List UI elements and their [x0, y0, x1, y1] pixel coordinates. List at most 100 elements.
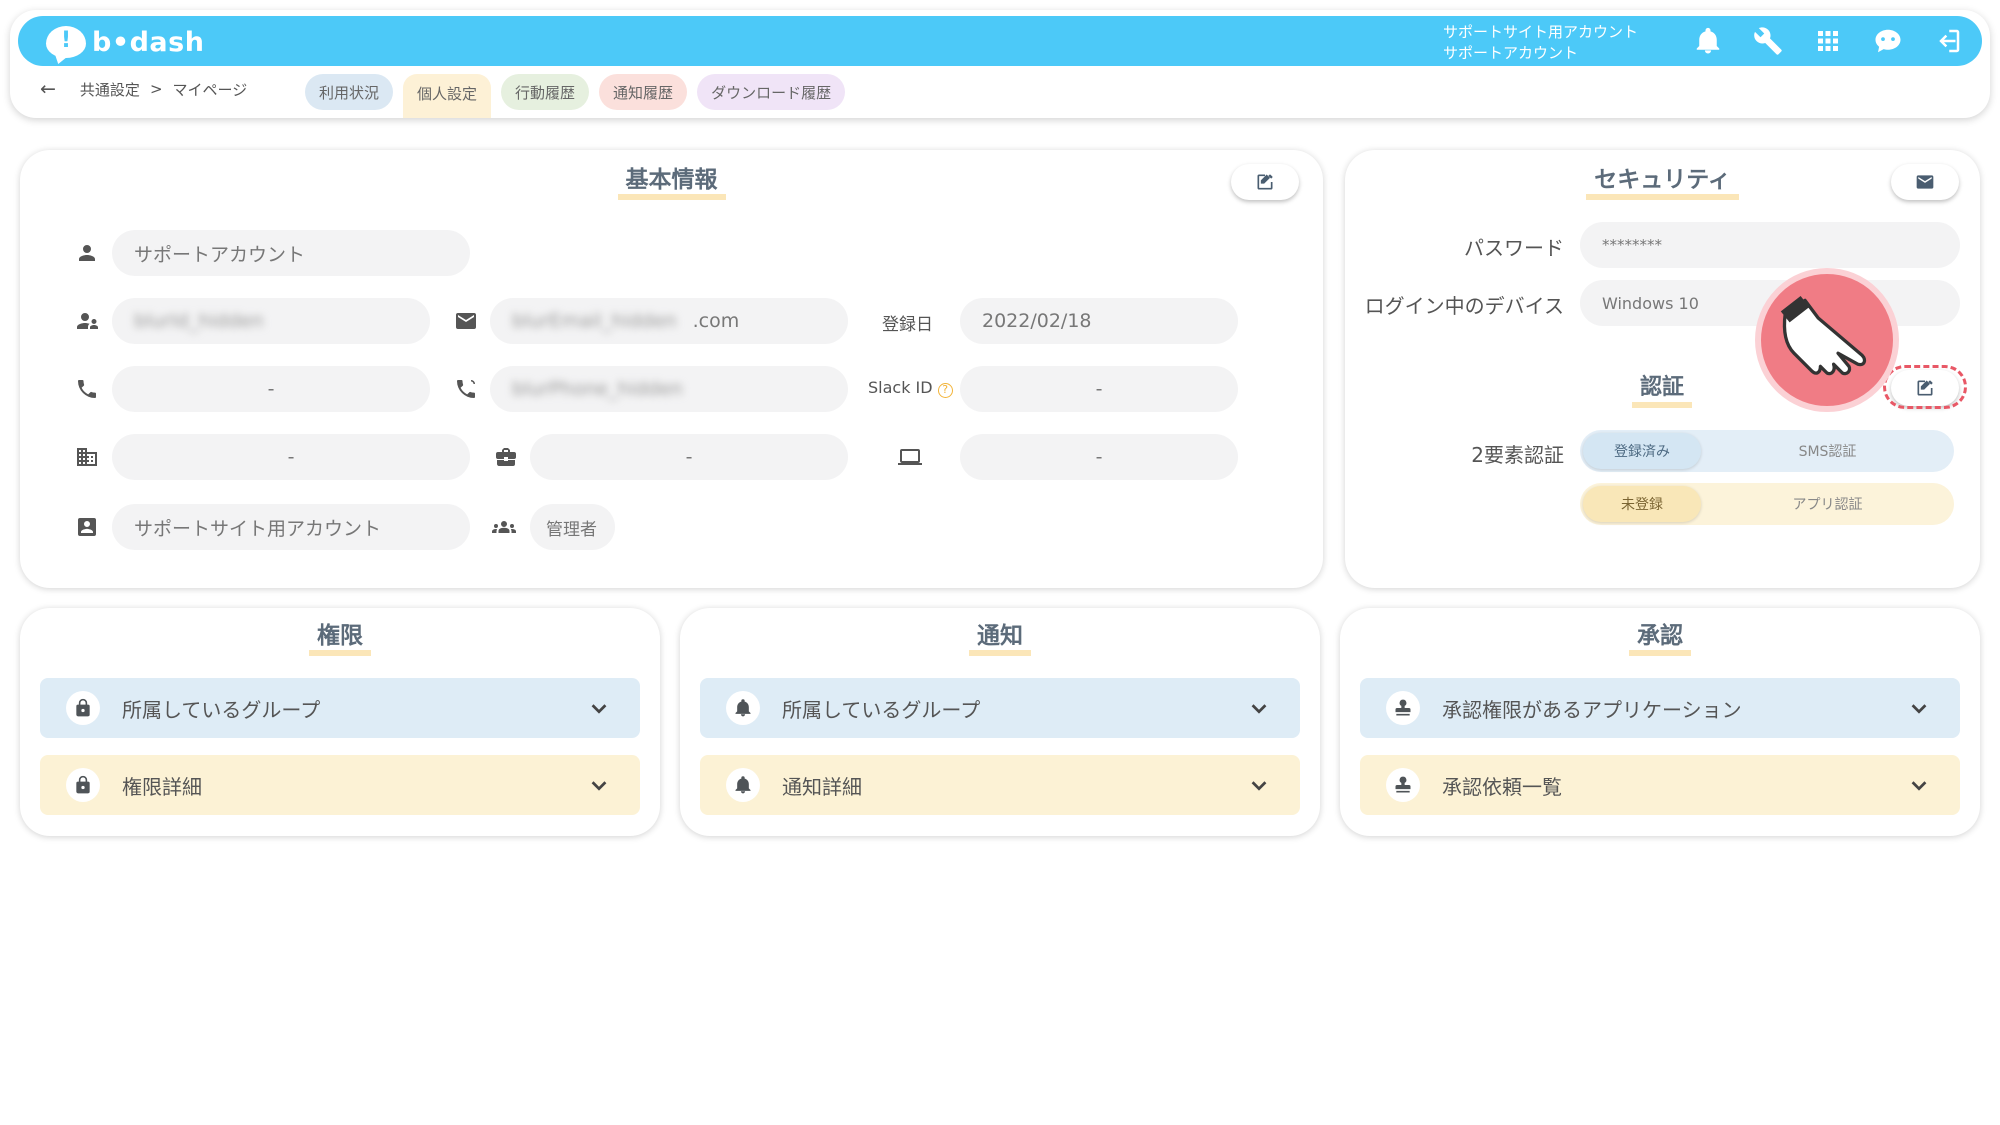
device-field[interactable]: - — [960, 434, 1238, 480]
grid-icon[interactable] — [1798, 23, 1858, 59]
permissions-groups-accordion[interactable]: 所属しているグループ — [40, 678, 640, 738]
notifications-title-text: 通知 — [969, 622, 1031, 656]
id-card-icon — [73, 513, 101, 541]
notifications-groups-accordion[interactable]: 所属しているグループ — [700, 678, 1300, 738]
auth-title: 認証 — [1580, 374, 1744, 408]
lock-icon — [66, 691, 100, 725]
phone-field[interactable]: - — [112, 366, 430, 412]
password-field[interactable]: ******** — [1580, 222, 1960, 268]
page-tabs: 利用状況 個人設定 行動履歴 通知履歴 ダウンロード履歴 — [305, 74, 855, 118]
breadcrumb-separator: > — [149, 80, 163, 98]
bell-icon — [726, 768, 760, 802]
approvals-title-text: 承認 — [1629, 622, 1691, 656]
wrench-icon[interactable] — [1738, 23, 1798, 59]
tab-personal-settings[interactable]: 個人設定 — [403, 74, 492, 118]
mobile-value: blurPhone_hidden — [512, 378, 683, 400]
registered-date-label: 登録日 — [882, 315, 933, 335]
edit-icon — [1257, 174, 1273, 190]
back-arrow-icon[interactable]: ← — [40, 78, 56, 100]
logout-icon[interactable] — [1918, 23, 1978, 59]
logo-text: b•dash — [92, 26, 205, 58]
basic-info-edit-button[interactable] — [1231, 164, 1299, 200]
logo-mark-glyph: ! — [61, 28, 72, 53]
slack-id-field[interactable]: - — [960, 366, 1238, 412]
bell-icon — [726, 691, 760, 725]
group-icon — [490, 513, 518, 541]
tab-download-history[interactable]: ダウンロード履歴 — [697, 74, 846, 110]
breadcrumb-parent[interactable]: 共通設定 — [80, 79, 140, 100]
slack-id-label-text: Slack ID — [868, 378, 933, 397]
approvals-apps-label: 承認権限があるアプリケーション — [1442, 697, 1742, 722]
approvals-requests-accordion[interactable]: 承認依頼一覧 — [1360, 755, 1960, 815]
sms-auth-toggle[interactable]: 登録済み SMS認証 — [1580, 430, 1954, 472]
password-label: パスワード — [1464, 236, 1564, 260]
laptop-icon — [896, 443, 924, 471]
tab-usage[interactable]: 利用状況 — [305, 74, 394, 110]
chevron-down-icon — [1908, 697, 1930, 719]
app-header: ! b•dash サポートサイト用アカウント サポートアカウント ← 共通設定 … — [10, 10, 1990, 118]
email-suffix: .com — [692, 310, 740, 332]
phone-icon — [73, 375, 101, 403]
breadcrumb: ← 共通設定 > マイページ — [40, 78, 247, 100]
help-icon[interactable]: ? — [937, 383, 953, 398]
permissions-groups-label: 所属しているグループ — [122, 697, 321, 722]
logo[interactable]: ! b•dash — [46, 25, 204, 59]
chevron-down-icon — [588, 697, 610, 719]
app-auth-status: 未登録 — [1583, 486, 1701, 522]
email-prefix: blurEmail_hidden — [512, 310, 677, 332]
approvals-title: 承認 — [1340, 622, 1980, 656]
user-id-field[interactable]: blurId_hidden — [112, 298, 430, 344]
department-field[interactable]: - — [530, 434, 848, 480]
stamp-icon — [1386, 691, 1420, 725]
briefcase-icon — [492, 443, 520, 471]
highlight-ring — [1883, 365, 1967, 409]
email-field[interactable]: blurEmail_hidden .com — [490, 298, 848, 344]
mail-icon — [452, 307, 480, 335]
chevron-down-icon — [588, 774, 610, 796]
app-auth-toggle[interactable]: 未登録 アプリ認証 — [1580, 483, 1954, 525]
notifications-detail-accordion[interactable]: 通知詳細 — [700, 755, 1300, 815]
user-id-icon — [73, 307, 101, 335]
two-factor-label: 2要素認証 — [1471, 443, 1564, 467]
account-org: サポートサイト用アカウント — [1443, 23, 1639, 41]
logo-mark: ! — [46, 26, 86, 58]
registered-date-field: 2022/02/18 — [960, 298, 1238, 344]
building-icon — [73, 443, 101, 471]
approvals-apps-accordion[interactable]: 承認権限があるアプリケーション — [1360, 678, 1960, 738]
security-mail-button[interactable] — [1891, 164, 1959, 200]
stamp-icon — [1386, 768, 1420, 802]
bell-icon[interactable] — [1678, 23, 1738, 59]
account-type-field[interactable]: サポートサイト用アカウント — [112, 504, 470, 550]
mobile-field[interactable]: blurPhone_hidden — [490, 366, 848, 412]
basic-info-title: 基本情報 — [20, 166, 1323, 200]
breadcrumb-current: マイページ — [172, 80, 248, 99]
chevron-down-icon — [1248, 697, 1270, 719]
chevron-down-icon — [1908, 774, 1930, 796]
permissions-detail-accordion[interactable]: 権限詳細 — [40, 755, 640, 815]
tab-notification-history[interactable]: 通知履歴 — [599, 74, 688, 110]
notifications-title: 通知 — [680, 622, 1320, 656]
tab-activity-history[interactable]: 行動履歴 — [501, 74, 590, 110]
account-user: サポートアカウント — [1443, 44, 1579, 62]
person-icon — [73, 239, 101, 267]
mail-icon — [1916, 175, 1934, 189]
account-info: サポートサイト用アカウント サポートアカウント — [1443, 22, 1638, 64]
company-field[interactable]: - — [112, 434, 470, 480]
name-field[interactable]: サポートアカウント — [112, 230, 470, 276]
permissions-title-text: 権限 — [309, 622, 371, 656]
pointing-hand-icon — [1755, 268, 1899, 412]
auth-title-text: 認証 — [1631, 374, 1692, 408]
role-field[interactable]: 管理者 — [530, 504, 615, 550]
chevron-down-icon — [1248, 774, 1270, 796]
top-icon-bar — [1678, 23, 1978, 59]
chat-bot-icon[interactable] — [1858, 23, 1918, 59]
slack-id-label: Slack ID ? — [868, 378, 953, 398]
sms-auth-status: 登録済み — [1583, 433, 1701, 469]
security-title-text: セキュリティ — [1586, 166, 1739, 200]
user-id-value: blurId_hidden — [134, 310, 264, 332]
app-auth-label: アプリ認証 — [1792, 497, 1863, 513]
lock-icon — [66, 768, 100, 802]
approvals-requests-label: 承認依頼一覧 — [1442, 774, 1562, 799]
top-bar: ! b•dash サポートサイト用アカウント サポートアカウント — [18, 16, 1982, 66]
notifications-detail-label: 通知詳細 — [782, 774, 862, 799]
